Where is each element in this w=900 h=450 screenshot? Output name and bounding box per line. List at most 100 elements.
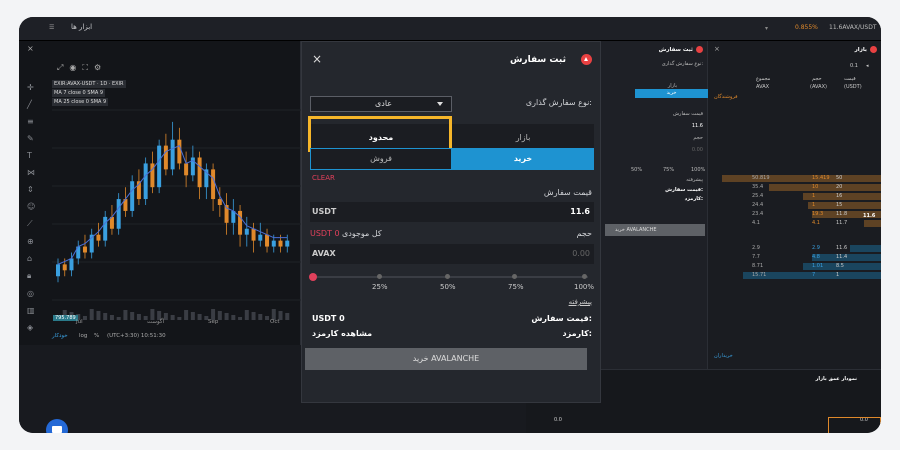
bid-total: 7.7 <box>752 254 760 260</box>
candle <box>157 145 162 188</box>
candle <box>238 210 243 235</box>
ask-row[interactable]: 35.4 10 20 <box>708 184 881 191</box>
trash-icon[interactable]: ▥ <box>27 306 43 315</box>
ask-row[interactable]: 25.4 1 16 <box>708 193 881 200</box>
side-tabs: فروش خرید <box>310 148 594 170</box>
ask-row[interactable]: 23.4 19.3 11.8 <box>708 211 881 218</box>
volume-label: حجم <box>576 229 592 238</box>
layers-icon[interactable]: ◈ <box>27 323 43 332</box>
candle <box>258 234 263 241</box>
camera-icon[interactable]: ◉ <box>69 63 76 77</box>
drawing-tools: ✛ ╱ ≡ ✎ T ⋈ ⇕ ☺ ⟋ ⊕ ⌂ 🔒︎ ◎ ▥ ◈ <box>27 83 43 332</box>
percent-scale-toggle[interactable]: % <box>94 333 99 339</box>
trade-panel-volume-value[interactable]: 0.00 <box>692 147 703 153</box>
price-input[interactable]: USDT 11.6 <box>310 202 594 222</box>
trade-panel-advanced[interactable]: پیشرفته <box>686 177 703 183</box>
menu-icon[interactable]: ☰ <box>49 24 54 31</box>
text-icon[interactable]: T <box>27 151 43 160</box>
volume-bar <box>231 315 236 320</box>
brush-icon[interactable]: ✎ <box>27 134 43 143</box>
candle <box>82 246 87 253</box>
trade-panel-submit[interactable]: خرید AVALANCHE <box>605 224 705 236</box>
lock-icon[interactable]: 🔒︎ <box>27 271 43 281</box>
tick-75[interactable]: 75% <box>508 283 524 291</box>
price-chart[interactable]: EXIR:AVAX-USDT · 1D · EXIR MA 7 close 0 … <box>52 80 301 325</box>
auto-scale-toggle[interactable]: خودکار <box>52 333 68 339</box>
submit-buy-button[interactable]: خرید AVALANCHE <box>305 348 587 370</box>
close-icon[interactable]: × <box>27 44 34 53</box>
candle <box>285 240 290 247</box>
slider-thumb[interactable] <box>309 273 317 281</box>
ask-price: 50 <box>836 175 843 181</box>
order-modal: × ثبت سفارش نوع سفارش گذاری: عادی محدود … <box>301 41 601 403</box>
precision-select[interactable]: 0.1 <box>850 63 858 69</box>
clear-button[interactable]: CLEAR <box>312 174 335 182</box>
crosshair-icon[interactable]: ✛ <box>27 83 43 92</box>
amount-slider[interactable] <box>309 273 588 281</box>
slider-dot-50[interactable] <box>445 274 450 279</box>
measure-icon[interactable]: ⇕ <box>27 185 43 194</box>
chevron-down-icon[interactable]: ▾ <box>765 25 768 32</box>
sellers-label: فروشندگان <box>714 94 738 100</box>
trade-panel-buy-tab[interactable]: خرید <box>635 89 708 98</box>
ask-row[interactable]: 24.4 1 15 <box>708 202 881 209</box>
volume-bar <box>96 311 101 320</box>
tick-100[interactable]: 100% <box>574 283 594 291</box>
trade-panel-tick-100[interactable]: 100% <box>691 167 705 173</box>
balance-label: کل موجودی <box>342 229 382 238</box>
tools-menu[interactable]: ابزار ها <box>71 23 92 31</box>
ask-row[interactable]: 50.819 15.419 50 <box>708 175 881 182</box>
sell-tab[interactable]: فروش <box>310 148 452 170</box>
pair-label[interactable]: 11.6AVAX/USDT <box>829 24 877 31</box>
chevron-icon[interactable]: ◂ <box>866 63 869 69</box>
volume-bar <box>103 313 108 320</box>
candle <box>143 163 148 200</box>
bid-total: 8.71 <box>752 263 764 269</box>
slider-dot-25[interactable] <box>377 274 382 279</box>
log-scale-toggle[interactable]: log <box>79 333 87 339</box>
tick-25[interactable]: 25% <box>372 283 388 291</box>
ask-price: 20 <box>836 184 843 190</box>
ask-price: 15 <box>836 202 843 208</box>
bid-volume: 7 <box>812 272 816 278</box>
advanced-link[interactable]: پیشرفته <box>569 298 592 306</box>
candle <box>265 234 270 247</box>
ask-total: 24.4 <box>752 202 764 208</box>
lines-icon[interactable]: ≡ <box>27 117 43 126</box>
fee-summary-link[interactable]: مشاهده کارمزد <box>312 329 372 338</box>
submit-label: خرید AVALANCHE <box>412 354 480 363</box>
ask-row[interactable]: 4.1 4.1 11.7 <box>708 220 881 227</box>
eye-icon[interactable]: ◎ <box>27 289 43 298</box>
tick-50[interactable]: 50% <box>440 283 456 291</box>
expand-icon[interactable]: ⤢ <box>57 63 63 77</box>
amount-input[interactable]: AVAX 0.00 <box>310 244 594 264</box>
order-type-select[interactable]: عادی <box>310 96 452 112</box>
ruler-icon[interactable]: ⟋ <box>27 219 43 229</box>
trendline-icon[interactable]: ╱ <box>27 100 43 109</box>
bid-row[interactable]: 7.7 4.8 11.4 <box>708 254 881 261</box>
close-icon[interactable]: × <box>714 45 720 53</box>
buy-tab[interactable]: خرید <box>452 148 594 170</box>
magnet-icon[interactable]: ⌂ <box>27 254 43 263</box>
slider-dot-75[interactable] <box>512 274 517 279</box>
volume-bar <box>285 313 290 320</box>
volume-bar <box>109 315 114 320</box>
trade-panel-tick-50[interactable]: 50% <box>631 167 642 173</box>
bid-row[interactable]: 15.71 7 1 <box>708 272 881 279</box>
smile-icon[interactable]: ☺ <box>27 202 43 211</box>
trade-panel-price-value[interactable]: 11.6 <box>692 123 703 129</box>
candle <box>69 258 74 271</box>
slider-dot-100[interactable] <box>582 274 587 279</box>
pattern-icon[interactable]: ⋈ <box>27 168 43 177</box>
zoom-icon[interactable]: ⊕ <box>27 237 43 246</box>
ask-depth-bar <box>808 202 881 209</box>
gear-icon[interactable]: ⚙ <box>94 63 101 77</box>
candle <box>217 199 222 205</box>
volume-bar <box>197 314 202 320</box>
close-icon[interactable]: × <box>312 52 322 66</box>
bid-row[interactable]: 8.71 1.01 8.5 <box>708 263 881 270</box>
fullscreen-icon[interactable]: ⛶ <box>82 63 88 77</box>
bid-row[interactable]: 2.9 2.9 11.6 <box>708 245 881 252</box>
price-badge: 795.789 <box>53 315 78 321</box>
trade-panel-tick-75[interactable]: 75% <box>663 167 674 173</box>
